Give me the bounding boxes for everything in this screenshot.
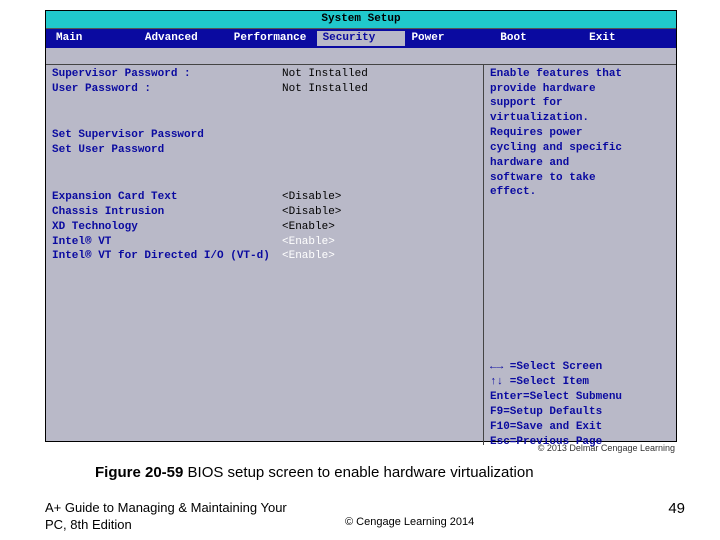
help-key-select-item: ↑↓ =Select Item (490, 375, 670, 390)
row-intel-vtd[interactable]: Intel® VT for Directed I/O (VT-d) <Enabl… (52, 249, 477, 264)
help-text: provide hardware (490, 82, 670, 97)
row-supervisor-password: Supervisor Password : Not Installed (52, 67, 477, 82)
image-copyright: © 2013 Delmar Cengage Learning (45, 443, 675, 453)
help-text: virtualization. (490, 111, 670, 126)
row-set-supervisor[interactable]: Set Supervisor Password (52, 128, 477, 143)
bios-screen: System Setup Main Advanced Performance S… (45, 10, 677, 442)
book-title: A+ Guide to Managing & Maintaining Your … (45, 500, 295, 534)
chassis-intrusion-label: Chassis Intrusion (52, 205, 282, 220)
menu-advanced[interactable]: Advanced (139, 31, 228, 46)
footer-copyright: © Cengage Learning 2014 (345, 516, 474, 528)
help-text: support for (490, 96, 670, 111)
help-text: Enable features that (490, 67, 670, 82)
set-user-label: Set User Password (52, 143, 282, 158)
help-text: Requires power (490, 126, 670, 141)
xd-technology-value: <Enable> (282, 220, 335, 235)
help-text: hardware and (490, 156, 670, 171)
menu-power[interactable]: Power (405, 31, 494, 46)
figure-caption: Figure 20-59 BIOS setup screen to enable… (95, 464, 534, 481)
menu-gap (46, 48, 676, 65)
menu-main[interactable]: Main (50, 31, 139, 46)
xd-technology-label: XD Technology (52, 220, 282, 235)
help-text: cycling and specific (490, 141, 670, 156)
row-intel-vt[interactable]: Intel® VT <Enable> (52, 235, 477, 250)
expansion-card-value: <Disable> (282, 190, 341, 205)
user-password-label: User Password : (52, 82, 282, 97)
bios-title-bar: System Setup (46, 11, 676, 29)
help-key-enter: Enter=Select Submenu (490, 390, 670, 405)
intel-vt-value: <Enable> (282, 235, 335, 250)
supervisor-password-label: Supervisor Password : (52, 67, 282, 82)
figure-number: Figure 20-59 (95, 464, 183, 481)
menu-exit[interactable]: Exit (583, 31, 672, 46)
user-password-value: Not Installed (282, 82, 368, 97)
figure-text: BIOS setup screen to enable hardware vir… (183, 464, 533, 481)
row-user-password: User Password : Not Installed (52, 82, 477, 97)
intel-vtd-label: Intel® VT for Directed I/O (VT-d) (52, 249, 282, 264)
row-xd-technology[interactable]: XD Technology <Enable> (52, 220, 477, 235)
set-supervisor-label: Set Supervisor Password (52, 128, 282, 143)
help-key-f9: F9=Setup Defaults (490, 405, 670, 420)
menu-performance[interactable]: Performance (228, 31, 317, 46)
help-key-select-screen: ←→ =Select Screen (490, 360, 670, 375)
menu-security[interactable]: Security (317, 31, 406, 46)
intel-vt-label: Intel® VT (52, 235, 282, 250)
chassis-intrusion-value: <Disable> (282, 205, 341, 220)
row-chassis-intrusion[interactable]: Chassis Intrusion <Disable> (52, 205, 477, 220)
help-key-f10: F10=Save and Exit (490, 420, 670, 435)
row-expansion-card[interactable]: Expansion Card Text <Disable> (52, 190, 477, 205)
help-text: effect. (490, 185, 670, 200)
bios-left-pane: Supervisor Password : Not Installed User… (46, 65, 484, 445)
supervisor-password-value: Not Installed (282, 67, 368, 82)
row-set-user[interactable]: Set User Password (52, 143, 477, 158)
help-text: software to take (490, 171, 670, 186)
bios-content: Supervisor Password : Not Installed User… (46, 65, 676, 445)
menu-boot[interactable]: Boot (494, 31, 583, 46)
page-number: 49 (668, 500, 685, 517)
bios-menu-bar: Main Advanced Performance Security Power… (46, 29, 676, 48)
expansion-card-label: Expansion Card Text (52, 190, 282, 205)
intel-vtd-value: <Enable> (282, 249, 335, 264)
bios-help-pane: Enable features that provide hardware su… (484, 65, 676, 445)
